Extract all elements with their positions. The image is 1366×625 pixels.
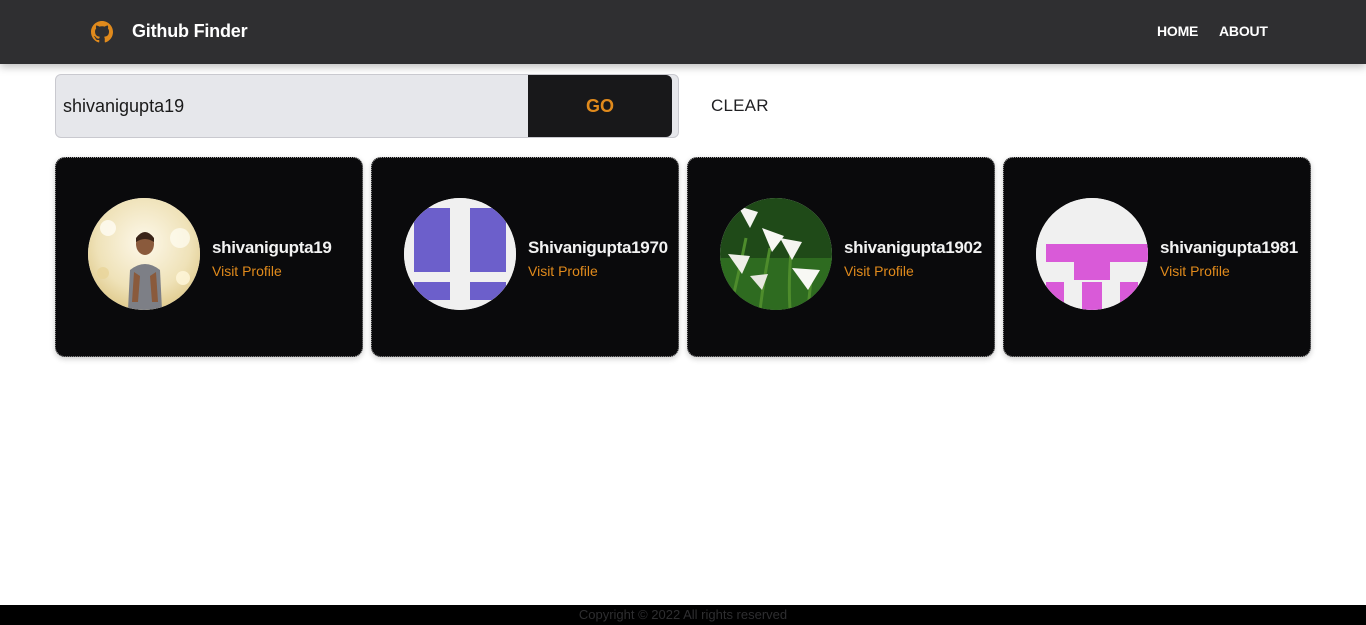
- user-card: Shivanigupta1970 Visit Profile: [371, 157, 679, 357]
- visit-profile-link[interactable]: Visit Profile: [212, 263, 282, 279]
- user-card: shivanigupta19 Visit Profile: [55, 157, 363, 357]
- app-title: Github Finder: [132, 21, 248, 41]
- username: Shivanigupta1970: [528, 238, 668, 257]
- nav-home-link[interactable]: HOME: [1157, 23, 1198, 39]
- copyright-text: Copyright © 2022 All rights reserved: [578, 607, 788, 622]
- visit-profile-link[interactable]: Visit Profile: [844, 263, 914, 279]
- user-avatar: [404, 198, 516, 310]
- search-bar: GO: [55, 74, 679, 138]
- clear-button[interactable]: CLEAR: [711, 96, 769, 116]
- navbar: Github Finder HOME ABOUT: [0, 0, 1366, 64]
- user-avatar: [720, 198, 832, 310]
- username: shivanigupta19: [212, 238, 332, 257]
- user-card: shivanigupta1981 Visit Profile: [1003, 157, 1311, 357]
- visit-profile-link[interactable]: Visit Profile: [528, 263, 598, 279]
- username: shivanigupta1902: [844, 238, 982, 257]
- github-icon: [91, 21, 113, 43]
- visit-profile-link[interactable]: Visit Profile: [1160, 263, 1230, 279]
- username: shivanigupta1981: [1160, 238, 1298, 257]
- search-input[interactable]: [56, 75, 528, 137]
- user-card: shivanigupta1902 Visit Profile: [687, 157, 995, 357]
- user-avatar: [88, 198, 200, 310]
- nav-about-link[interactable]: ABOUT: [1219, 23, 1268, 39]
- go-button[interactable]: GO: [528, 75, 672, 137]
- user-avatar: [1036, 198, 1148, 310]
- footer: Copyright © 2022 All rights reserved: [0, 605, 1366, 625]
